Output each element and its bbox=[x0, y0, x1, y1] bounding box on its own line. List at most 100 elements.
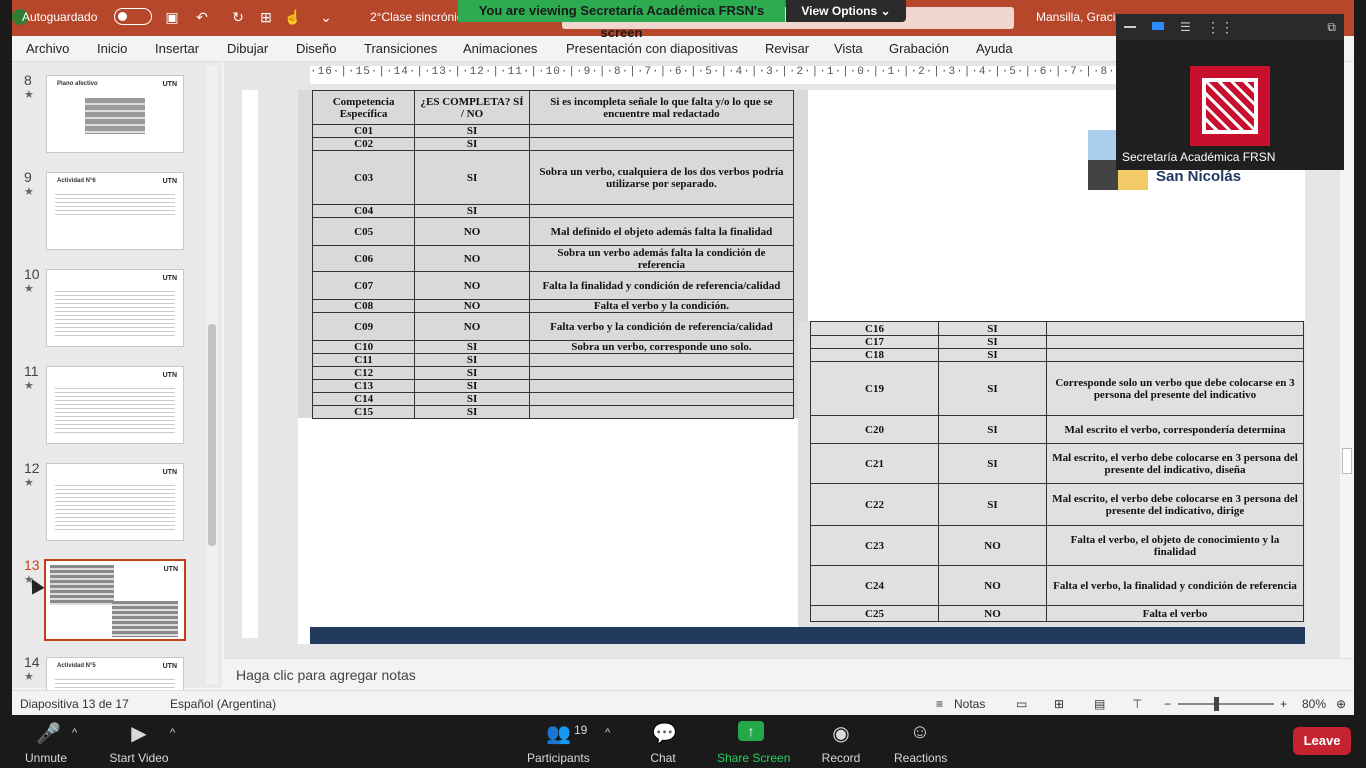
reactions-icon[interactable]: ☺ bbox=[908, 721, 932, 744]
table-c16-c25[interactable]: C16 SI C17 SI C18 SI C19 SI Corresponde solo … bbox=[798, 321, 1305, 627]
table-cell: C11 bbox=[311, 353, 416, 367]
zoom-in-icon[interactable]: + bbox=[1280, 697, 1287, 711]
chevron-up-icon[interactable]: ^ bbox=[170, 727, 175, 739]
customize-icon[interactable]: ⌄ bbox=[318, 9, 334, 25]
record-icon[interactable]: ◉ bbox=[830, 721, 852, 746]
tab-animaciones[interactable]: Animaciones bbox=[463, 41, 537, 56]
notes-pane[interactable]: Haga clic para agregar notas bbox=[224, 658, 1354, 688]
table-cell: Falta el verbo, la finalidad y condición… bbox=[1046, 565, 1304, 606]
table-cell: SI bbox=[938, 443, 1047, 484]
tab-insertar[interactable]: Insertar bbox=[155, 41, 199, 56]
slide-number: 11 bbox=[24, 363, 39, 379]
zoom-slider[interactable] bbox=[1178, 703, 1274, 705]
tab-inicio[interactable]: Inicio bbox=[97, 41, 127, 56]
fit-to-window-icon[interactable]: ⊕ bbox=[1336, 697, 1346, 711]
chat-icon[interactable]: 💬 bbox=[652, 721, 677, 746]
tab-revisar[interactable]: Revisar bbox=[765, 41, 809, 56]
record-button[interactable]: Record bbox=[820, 751, 862, 765]
leave-button[interactable]: Leave bbox=[1293, 727, 1351, 755]
slide-canvas[interactable]: Competencia Específica ¿ES COMPLETA? SÍ … bbox=[298, 90, 1305, 644]
table-row: C25 NO Falta el verbo bbox=[810, 605, 1304, 622]
tab-transiciones[interactable]: Transiciones bbox=[364, 41, 437, 56]
table-header: Si es incompleta señale lo que falta y/o… bbox=[528, 90, 795, 125]
star-icon: ★ bbox=[24, 89, 34, 101]
normal-view-icon[interactable]: ▭ bbox=[1016, 697, 1027, 711]
table-row: C19 SI Corresponde solo un verbo que debe … bbox=[810, 361, 1304, 416]
tab-archivo[interactable]: Archivo bbox=[26, 41, 69, 56]
slide-sorter-icon[interactable]: ⊞ bbox=[1054, 697, 1064, 711]
unmute-button[interactable]: Unmute bbox=[24, 751, 68, 765]
language[interactable]: Español (Argentina) bbox=[170, 697, 276, 711]
table-row: C05 NO Mal definido el objeto además falta… bbox=[311, 217, 795, 246]
active-speaker-icon[interactable] bbox=[1152, 22, 1164, 30]
chevron-up-icon[interactable]: ^ bbox=[72, 727, 77, 739]
editor-scroll-thumb[interactable] bbox=[1342, 448, 1352, 474]
table-cell: C07 bbox=[311, 271, 416, 300]
share-screen-icon[interactable]: ↑ bbox=[738, 721, 764, 741]
user-name[interactable]: Mansilla, Gracie bbox=[1036, 10, 1122, 24]
autosave-label: Autoguardado bbox=[22, 10, 98, 24]
table-cell: Falta el verbo bbox=[1046, 605, 1304, 622]
slide-thumbnail[interactable]: UTN bbox=[46, 366, 184, 444]
chat-button[interactable]: Chat bbox=[650, 751, 676, 765]
zoom-slider-handle[interactable] bbox=[1214, 697, 1219, 711]
video-window[interactable]: ☰ ⋮⋮ ⧉ Secretaría Académica FRSN bbox=[1116, 14, 1344, 170]
notes-button[interactable]: Notas bbox=[954, 697, 985, 711]
slide-thumbnail[interactable]: Actividad N°6 UTN bbox=[46, 172, 184, 250]
reading-view-icon[interactable]: ▤ bbox=[1094, 697, 1105, 711]
start-video-button[interactable]: Start Video bbox=[108, 751, 170, 765]
star-icon: ★ bbox=[24, 380, 34, 392]
gallery-grid-icon[interactable]: ⋮⋮ bbox=[1206, 19, 1234, 36]
tab-vista[interactable]: Vista bbox=[834, 41, 863, 56]
tab-presentacion[interactable]: Presentación con diapositivas bbox=[566, 41, 738, 56]
notes-icon[interactable]: ≡ bbox=[936, 697, 943, 711]
table-row: C17 SI bbox=[810, 335, 1304, 349]
table-cell: SI bbox=[938, 335, 1047, 349]
panel-scroll-thumb[interactable] bbox=[208, 324, 216, 546]
autosave-toggle[interactable] bbox=[114, 8, 152, 25]
table-row: C20 SI Mal escrito el verbo, corresponderí… bbox=[810, 415, 1304, 444]
slide-thumbnail-selected[interactable]: UTN bbox=[44, 559, 186, 641]
table-row: C18 SI bbox=[810, 348, 1304, 362]
panel-scrollbar[interactable] bbox=[206, 66, 218, 684]
touch-icon[interactable]: ☝ bbox=[284, 9, 301, 25]
tab-grabacion[interactable]: Grabación bbox=[889, 41, 949, 56]
reactions-button[interactable]: Reactions bbox=[894, 751, 947, 765]
table-cell: NO bbox=[414, 245, 530, 272]
gallery-strip-icon[interactable]: ☰ bbox=[1180, 20, 1191, 34]
star-icon: ★ bbox=[24, 283, 34, 295]
share-screen-button[interactable]: Share Screen bbox=[717, 751, 790, 765]
minimize-icon[interactable] bbox=[1124, 26, 1136, 28]
table-cell bbox=[528, 379, 795, 393]
redo-icon[interactable]: ↻ bbox=[230, 9, 246, 25]
slideshow-icon[interactable]: ⊤ bbox=[1132, 697, 1142, 711]
star-icon: ★ bbox=[24, 671, 34, 683]
table-cell: Mal escrito el verbo, correspondería det… bbox=[1046, 415, 1304, 444]
undo-icon[interactable]: ↶ bbox=[194, 9, 210, 25]
slide-thumbnail[interactable]: Plano afectivo UTN bbox=[46, 75, 184, 153]
tab-diseno[interactable]: Diseño bbox=[296, 41, 336, 56]
table-cell: NO bbox=[414, 312, 530, 341]
slide-thumbnail[interactable]: UTN bbox=[46, 463, 184, 541]
view-options-button[interactable]: View Options ⌄ bbox=[786, 0, 906, 22]
table-cell: SI bbox=[938, 321, 1047, 336]
table-cell: C10 bbox=[311, 340, 416, 354]
chevron-up-icon[interactable]: ^ bbox=[605, 727, 610, 739]
zoom-out-icon[interactable]: − bbox=[1164, 697, 1171, 711]
video-window-toolbar: ☰ ⋮⋮ ⧉ bbox=[1116, 14, 1344, 40]
zoom-level[interactable]: 80% bbox=[1302, 697, 1326, 711]
participants-button[interactable]: Participants bbox=[527, 751, 590, 765]
tab-dibujar[interactable]: Dibujar bbox=[227, 41, 268, 56]
utn-logo-icon: UTN bbox=[162, 469, 177, 476]
save-icon[interactable]: ▣ bbox=[164, 9, 180, 25]
microphone-muted-icon[interactable]: 🎤 bbox=[36, 721, 61, 746]
slide-thumbnail[interactable]: UTN bbox=[46, 269, 184, 347]
pop-out-icon[interactable]: ⧉ bbox=[1327, 20, 1336, 35]
table-c01-c15[interactable]: Competencia Específica ¿ES COMPLETA? SÍ … bbox=[298, 90, 808, 419]
tab-ayuda[interactable]: Ayuda bbox=[976, 41, 1013, 56]
presenter-icon[interactable]: ⊞ bbox=[258, 9, 274, 25]
table-row: C08 NO Falta el verbo y la condición. bbox=[311, 299, 795, 313]
participants-icon[interactable]: 👥 bbox=[546, 721, 571, 746]
table-cell: C16 bbox=[810, 321, 939, 336]
video-off-icon[interactable]: ▶ bbox=[126, 721, 152, 746]
